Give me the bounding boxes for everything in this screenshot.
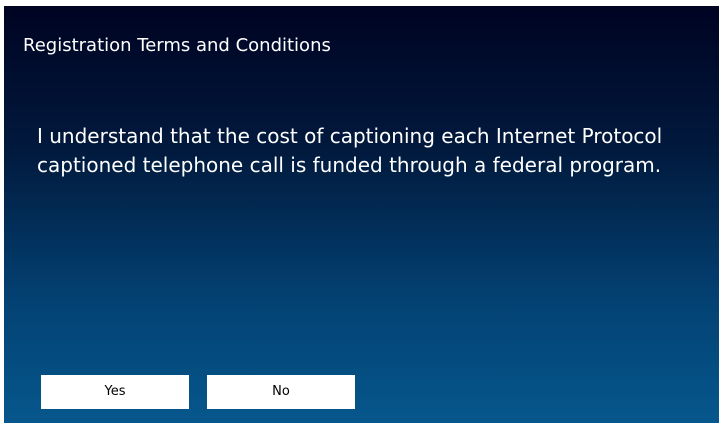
no-button[interactable]: No (207, 375, 355, 409)
terms-dialog: Registration Terms and Conditions I unde… (4, 6, 719, 423)
window-frame: Registration Terms and Conditions I unde… (0, 0, 723, 427)
dialog-title: Registration Terms and Conditions (23, 35, 331, 56)
terms-message: I understand that the cost of captioning… (37, 124, 663, 177)
yes-button[interactable]: Yes (41, 375, 189, 409)
